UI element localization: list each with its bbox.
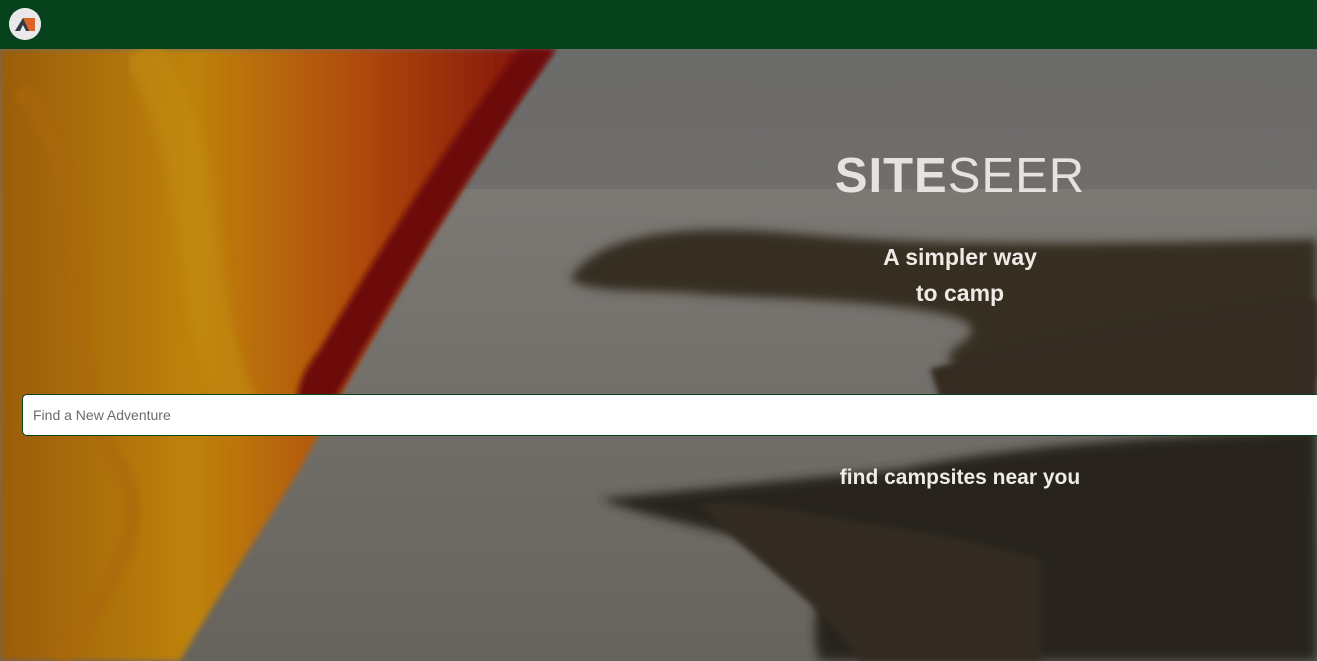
search-input[interactable]	[22, 394, 1317, 436]
hero-section: SITESEER A simpler way to camp find camp…	[0, 49, 1317, 661]
brand-title-light: SEER	[947, 149, 1086, 203]
top-navbar	[0, 0, 1317, 49]
find-campsites-link[interactable]: find campsites near you	[840, 466, 1080, 490]
brand-title-bold: SITE	[834, 149, 948, 203]
tent-logo-icon[interactable]	[9, 8, 41, 40]
brand-title: SITESEER	[835, 152, 1085, 201]
tagline-line-1: A simpler way	[883, 244, 1037, 270]
tagline: A simpler way to camp	[883, 239, 1037, 311]
tagline-line-2: to camp	[915, 280, 1005, 306]
hero-background-image	[0, 49, 1317, 661]
